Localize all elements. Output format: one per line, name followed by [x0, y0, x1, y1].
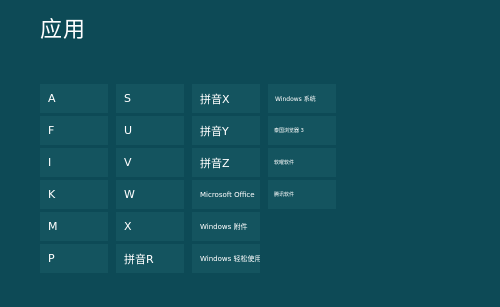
group-tile[interactable]: 软曜软件 — [268, 148, 336, 177]
group-tile[interactable]: Microsoft Office — [192, 180, 260, 209]
group-tile[interactable]: I — [40, 148, 108, 177]
group-tile[interactable]: W — [116, 180, 184, 209]
group-tile[interactable]: Windows 轻松使用 — [192, 244, 260, 273]
page-title: 应用 — [40, 18, 87, 43]
group-tile[interactable]: A — [40, 84, 108, 113]
group-tile[interactable]: 拼音X — [192, 84, 260, 113]
group-tile[interactable]: V — [116, 148, 184, 177]
group-tile[interactable]: Windows 系统 — [268, 84, 336, 113]
group-tile[interactable]: 腾讯软件 — [268, 180, 336, 209]
group-tile[interactable]: F — [40, 116, 108, 145]
group-tile[interactable]: P — [40, 244, 108, 273]
group-tile[interactable]: 拼音Z — [192, 148, 260, 177]
group-tile[interactable]: 拼音Y — [192, 116, 260, 145]
group-tile[interactable]: 泰国浏览器 3 — [268, 116, 336, 145]
group-tile[interactable]: Windows 附件 — [192, 212, 260, 241]
group-tile[interactable]: S — [116, 84, 184, 113]
group-tile[interactable]: 拼音R — [116, 244, 184, 273]
group-tile[interactable]: U — [116, 116, 184, 145]
group-tile[interactable]: M — [40, 212, 108, 241]
group-tile[interactable]: K — [40, 180, 108, 209]
group-tile[interactable]: X — [116, 212, 184, 241]
